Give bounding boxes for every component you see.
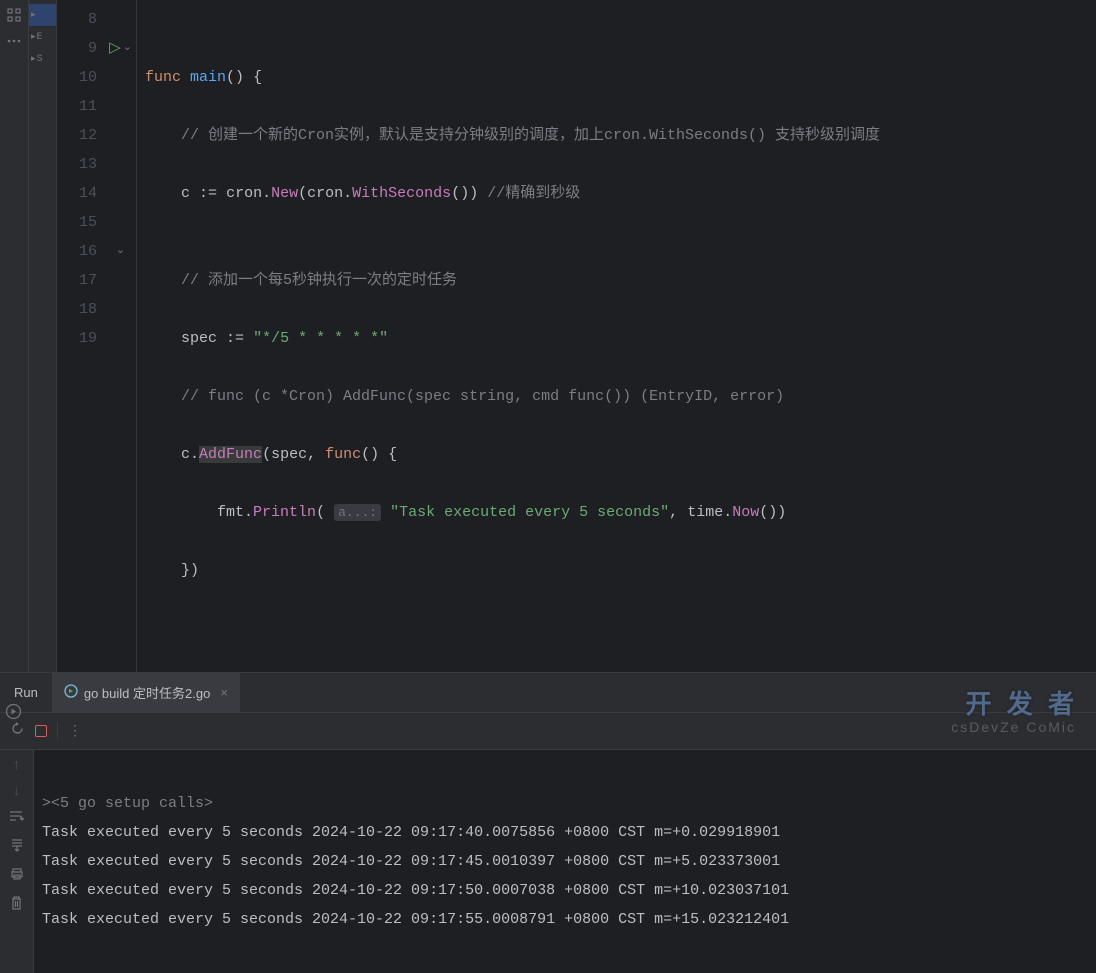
run-label[interactable]: Run (0, 685, 52, 700)
fold-icon[interactable]: ⌄ (116, 237, 125, 266)
close-icon[interactable]: × (220, 685, 228, 700)
tab-label: go build 定时任务2.go (84, 683, 210, 702)
down-icon[interactable]: ↓ (12, 784, 20, 800)
stop-button[interactable] (35, 725, 47, 737)
console-toolbar-top: ⋮ (0, 713, 1096, 750)
console-side-toolbar: ↑ ↓ (0, 750, 34, 973)
print-icon[interactable] (10, 867, 24, 886)
chevron-down-icon[interactable]: ⌄ (123, 34, 132, 63)
left-toolbar (0, 0, 29, 672)
line-gutter: 8 9 10 11 12 13 14 15 16 17 18 19 (57, 0, 105, 672)
more-icon[interactable]: ⋮ (68, 723, 82, 740)
run-panel: Run go build 定时任务2.go × ⋮ ↑ ↓ (0, 672, 1096, 973)
tree-item[interactable]: ▸E (29, 26, 56, 48)
go-icon (64, 684, 78, 701)
scroll-icon[interactable] (10, 838, 24, 857)
structure-icon[interactable] (3, 4, 25, 26)
tree-item[interactable]: ▸S (29, 48, 56, 70)
run-tool-icon[interactable] (5, 703, 22, 725)
watermark-brand: 开 发 者 (966, 684, 1078, 721)
project-tree: ▸ ▸E ▸S (29, 0, 57, 672)
code-editor[interactable]: 8 9 10 11 12 13 14 15 16 17 18 19 ▷⌄ ⌄ f… (57, 0, 1096, 672)
run-icon[interactable]: ▷ (109, 34, 121, 63)
run-config-tab[interactable]: go build 定时任务2.go × (52, 673, 240, 712)
tree-item[interactable]: ▸ (29, 4, 56, 26)
more-icon[interactable] (3, 30, 25, 52)
run-gutter: ▷⌄ ⌄ (105, 0, 137, 672)
param-hint: a...: (334, 504, 381, 521)
code-content[interactable]: func main() { // 创建一个新的Cron实例，默认是支持分钟级别的… (137, 0, 1096, 672)
trash-icon[interactable] (10, 896, 23, 916)
watermark-sub: csDevZe CoMic (951, 719, 1076, 735)
wrap-icon[interactable] (9, 810, 24, 828)
run-tabs: Run go build 定时任务2.go × (0, 673, 1096, 713)
console-output[interactable]: ><5 go setup calls> Task executed every … (34, 750, 1096, 973)
up-icon[interactable]: ↑ (12, 758, 20, 774)
